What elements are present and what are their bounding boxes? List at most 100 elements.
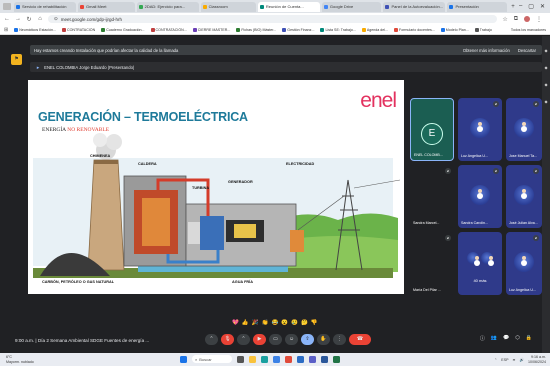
wifi-icon[interactable]: ≋ <box>513 358 516 362</box>
browser-tab[interactable]: Reunión de Cuenta... <box>257 1 320 12</box>
host-controls-icon[interactable]: 🔒 <box>526 335 532 342</box>
bookmark-item[interactable]: CIERRE MÁSTER... <box>192 27 230 32</box>
bookmark-item[interactable]: Lista SE: Trabajo... <box>320 27 356 32</box>
minimize-icon[interactable]: – <box>519 3 522 10</box>
all-bookmarks-link[interactable]: Todos los marcadores <box>511 28 546 32</box>
notice-dismiss-button[interactable]: Descartar <box>518 48 536 53</box>
profile-avatar[interactable] <box>524 15 530 22</box>
camera-toggle-button[interactable]: ▶ <box>253 334 266 345</box>
bookmark-item[interactable]: Gestión Finanz... <box>282 27 314 32</box>
url-input[interactable]: ⊙ meet.google.com/gdp-ijrgd-hrh <box>48 15 498 23</box>
tray-chevron-icon[interactable]: ⌃ <box>494 358 497 362</box>
participant-tile[interactable]: Sandra Carolin... ⌀ <box>458 165 502 228</box>
bookmark-favicon-icon <box>320 27 325 32</box>
more-participants-tile[interactable]: 40 más <box>458 232 502 295</box>
raise-hand-button[interactable]: ✋ <box>317 334 330 345</box>
close-window-icon[interactable]: ✕ <box>540 3 545 10</box>
taskbar-search-input[interactable]: ⌕ Buscar <box>192 355 232 363</box>
browser-tab[interactable]: Servicio de rehabilitación <box>14 1 76 12</box>
bookmark-item[interactable]: Formulario docentes... <box>394 27 435 32</box>
participant-tile[interactable]: María Del Pilar ... ⌀ <box>410 232 454 295</box>
chat-icon[interactable]: 💬 <box>503 335 509 342</box>
chrome-icon[interactable] <box>285 355 292 363</box>
weather-widget[interactable]: 6°C Mayorm. nublado <box>6 355 34 364</box>
reaction-emoji-button[interactable]: 🎉 <box>252 320 259 326</box>
menu-kebab-icon[interactable]: ⋮ <box>536 16 542 23</box>
reaction-emoji-button[interactable]: 👏 <box>262 320 269 326</box>
browser-tab[interactable]: 2DAD: Ejercicio para... <box>136 1 199 12</box>
browser-tab[interactable]: Google Drive <box>321 1 382 12</box>
participant-tile[interactable]: E ENEL COLOMB... <box>410 98 454 161</box>
emoji-button[interactable]: ☺ <box>285 334 298 345</box>
volume-icon[interactable]: 🔊 <box>520 358 524 362</box>
activities-icon[interactable]: ⬡ <box>515 335 519 342</box>
forward-icon[interactable]: → <box>15 16 21 22</box>
tab-search-icon[interactable] <box>3 3 11 10</box>
browser-tab[interactable]: Gmail Meet <box>78 1 135 12</box>
captions-button[interactable]: ▭ <box>269 334 282 345</box>
reaction-emoji-button[interactable]: 😂 <box>271 320 278 326</box>
participant-tile[interactable]: José Julian Alva... ⌀ <box>506 165 542 228</box>
bookmark-item[interactable]: Fichas (BIO) Máster... <box>236 27 276 32</box>
tab-favicon-icon <box>385 4 390 9</box>
store-icon[interactable] <box>273 355 280 363</box>
home-icon[interactable]: ⌂ <box>37 16 43 22</box>
side-panel-icon-2[interactable]: ◆ <box>542 65 550 70</box>
presenter-arrow-icon[interactable]: ► <box>36 65 40 70</box>
side-panel-icon-3[interactable]: ◆ <box>542 82 550 87</box>
bookmark-star-icon[interactable]: ☆ <box>502 16 507 23</box>
extensions-icon[interactable]: ⧉ <box>514 16 518 23</box>
avatar <box>467 252 479 264</box>
reaction-emoji-button[interactable]: 😢 <box>291 320 298 326</box>
notice-more-info-link[interactable]: Obtener más información <box>463 48 510 53</box>
edge-browser-icon[interactable] <box>261 355 268 363</box>
excel-icon[interactable] <box>333 355 340 363</box>
task-view-icon[interactable] <box>237 355 244 363</box>
new-tab-button[interactable]: + <box>509 4 517 10</box>
browser-tab[interactable]: Presentación <box>447 1 507 12</box>
participant-tile[interactable]: Luz Angelica U... ⌀ <box>506 232 542 295</box>
apps-grid-icon[interactable]: ⊞ <box>4 27 8 33</box>
site-info-icon[interactable]: ⊙ <box>54 16 58 22</box>
maximize-icon[interactable]: ▢ <box>528 3 534 10</box>
reaction-emoji-button[interactable]: 😮 <box>281 320 288 326</box>
bookmark-item[interactable]: Trabajo <box>474 27 492 32</box>
start-button-icon[interactable] <box>180 355 187 363</box>
cam-options-button[interactable]: ⌃ <box>237 334 250 345</box>
bookmark-item[interactable]: Neumáticos Estación... <box>14 27 56 32</box>
mail-icon[interactable] <box>297 355 304 363</box>
more-options-button[interactable]: ⋮ <box>333 334 346 345</box>
people-icon[interactable]: 👥 <box>491 335 497 342</box>
side-panel-icon-4[interactable]: ◆ <box>542 99 550 104</box>
word-icon[interactable] <box>321 355 328 363</box>
file-explorer-icon[interactable] <box>249 355 256 363</box>
back-icon[interactable]: ← <box>4 16 10 22</box>
bookmark-item[interactable]: CONTRATACIÓN... <box>150 27 187 32</box>
bookmark-item[interactable]: Agenda del... <box>361 27 388 32</box>
avatar <box>470 118 490 138</box>
bookmark-label: Modelo Plan... <box>445 27 469 32</box>
mic-options-button[interactable]: ⌃ <box>205 334 218 345</box>
participant-tile[interactable]: Jose Manuel Ta... ⌀ <box>506 98 542 161</box>
browser-tab[interactable]: Classroom <box>200 1 256 12</box>
bookmark-item[interactable]: CONTRATACIÓN <box>61 27 95 32</box>
info-icon[interactable]: ⓘ <box>480 335 485 342</box>
bookmark-item[interactable]: Cuaderno Graduación... <box>101 27 145 32</box>
meeting-info-icon[interactable]: ⚑ <box>11 54 22 65</box>
language-indicator[interactable]: ESP <box>501 358 508 362</box>
side-panel-icon-1[interactable]: ◆ <box>542 48 550 53</box>
teams-icon[interactable] <box>309 355 316 363</box>
participant-tile[interactable]: Luz Angelica U... ⌀ <box>458 98 502 161</box>
reaction-emoji-button[interactable]: 👎 <box>311 320 318 326</box>
reaction-emoji-button[interactable]: 🤔 <box>301 320 308 326</box>
reaction-emoji-button[interactable]: 👍 <box>242 320 249 326</box>
browser-tab[interactable]: Panel de la Autoevaluación... <box>383 1 446 12</box>
participant-tile[interactable]: Sandra Marcel... ⌀ <box>410 165 454 228</box>
bookmark-item[interactable]: Modelo Plan... <box>440 27 469 32</box>
end-call-button[interactable]: ☎ <box>349 334 371 345</box>
present-button[interactable]: ⇧ <box>301 334 314 345</box>
reaction-emoji-button[interactable]: 💖 <box>232 320 239 326</box>
mic-toggle-button[interactable]: 🎙 <box>221 334 234 345</box>
clock[interactable]: 9:16 a.m. 10/06/2024 <box>528 355 546 364</box>
reload-icon[interactable]: ↻ <box>26 16 32 23</box>
